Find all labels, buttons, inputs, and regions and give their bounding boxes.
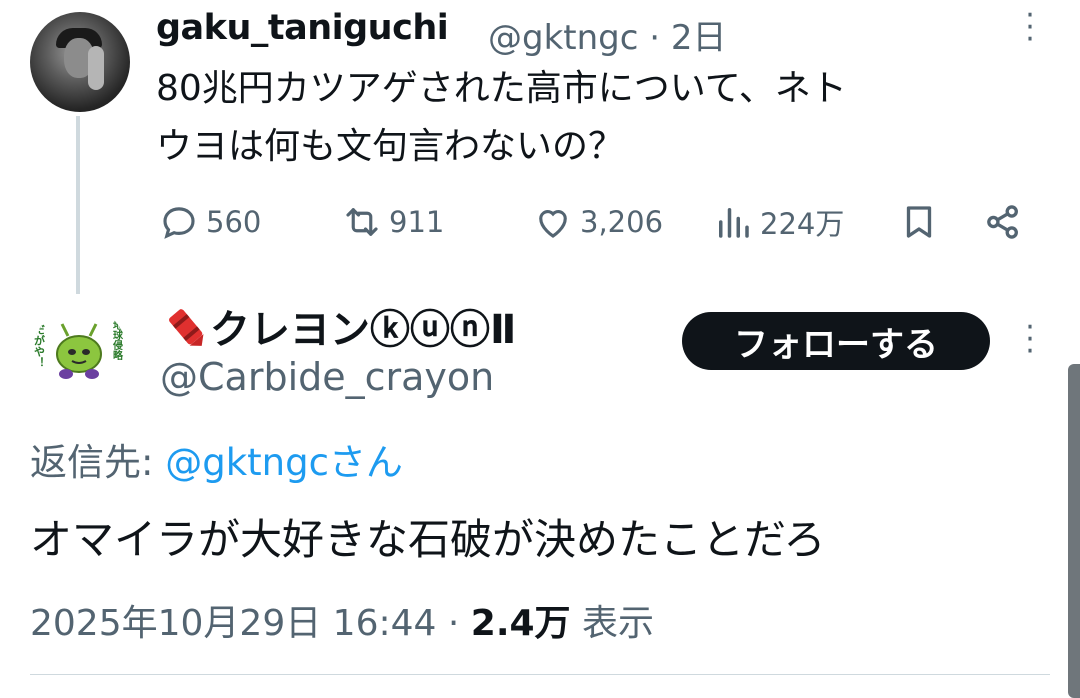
tweet-actions: 560 911 3,206 224万 xyxy=(156,196,1036,248)
more-icon[interactable]: · · · xyxy=(1020,313,1040,367)
tweet-text: 80兆円カツアゲされた高市について、ネト ウヨは何も文句言わないの？ xyxy=(156,60,1036,176)
tweet-text-2: オマイラが大好きな石破が決めたことだろ xyxy=(30,515,826,564)
follow-button[interactable]: フォローする xyxy=(682,312,990,370)
scrollbar[interactable] xyxy=(1068,364,1080,698)
tweet-meta: 2025年10月29日 16:44 · 2.4万 表示 xyxy=(30,594,654,646)
display-name-text: クレヨンⓚⓤⓝⅡ xyxy=(210,307,517,353)
avatar-crayon[interactable]: だがや！ 地球侵略 xyxy=(32,306,128,402)
views-button[interactable]: 224万 xyxy=(712,196,844,248)
more-icon[interactable]: · · · xyxy=(1020,1,1040,55)
handle-and-time[interactable]: @gktngc · 2日 xyxy=(488,10,726,59)
views-count: 224万 xyxy=(760,207,845,241)
repost-button[interactable]: 911 xyxy=(341,196,444,248)
like-button[interactable]: 3,206 xyxy=(532,196,663,248)
reply-count: 560 xyxy=(206,205,262,239)
thread-connector-line xyxy=(76,116,80,294)
view-label: 表示 xyxy=(570,603,654,644)
display-name[interactable]: gaku_taniguchi xyxy=(156,8,449,48)
view-count: 2.4万 xyxy=(470,603,571,644)
reply-to-prefix: 返信先: xyxy=(30,441,166,484)
timestamp[interactable]: 2025年10月29日 16:44 · xyxy=(30,603,471,644)
display-name-2[interactable]: クレヨンⓚⓤⓝⅡ xyxy=(160,297,516,355)
handle-2[interactable]: @Carbide_crayon xyxy=(160,355,494,399)
views-icon xyxy=(719,208,749,238)
share-button[interactable] xyxy=(982,196,1024,248)
crayon-icon xyxy=(169,309,204,346)
tweet-text-line: 80兆円カツアゲされた高市について、ネト xyxy=(156,68,847,109)
like-count: 3,206 xyxy=(580,205,664,239)
reply-button[interactable]: 560 xyxy=(158,196,261,248)
bookmark-button[interactable] xyxy=(898,196,940,248)
like-icon xyxy=(539,210,567,238)
repost-icon xyxy=(346,208,378,236)
divider xyxy=(30,674,1050,675)
share-icon xyxy=(987,205,1018,239)
avatar-text-right: 地球侵略 xyxy=(111,319,124,361)
reply-to-line: 返信先: @gktngcさん xyxy=(30,432,403,486)
reply-to-mention[interactable]: @gktngcさん xyxy=(165,441,403,484)
repost-count: 911 xyxy=(389,205,445,239)
tweet-text-line: ウヨは何も文句言わないの？ xyxy=(156,126,625,167)
avatar-text-left: だがや！ xyxy=(33,324,46,368)
avatar-gaku-taniguchi[interactable] xyxy=(30,12,130,112)
bookmark-icon xyxy=(906,206,932,238)
reply-icon xyxy=(163,207,195,239)
